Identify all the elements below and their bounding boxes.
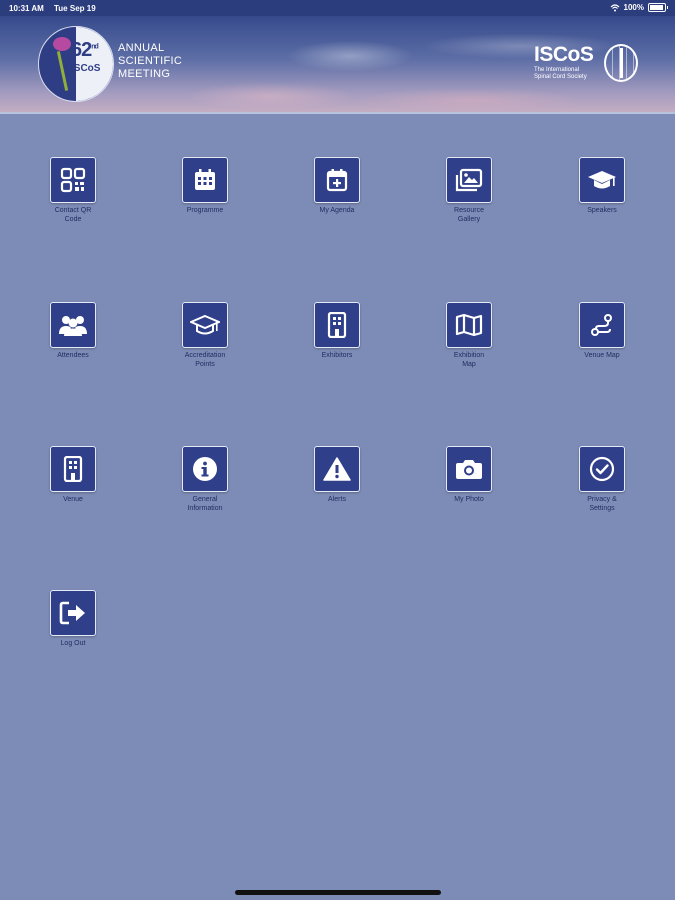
menu-tile-exhibition-map[interactable]: Exhibition Map (424, 302, 514, 369)
status-right: 100% (610, 3, 668, 12)
menu-tile-alerts[interactable]: Alerts (292, 446, 382, 504)
menu-label: My Photo (454, 496, 484, 503)
people-icon (50, 302, 96, 348)
thistle-icon (53, 37, 71, 51)
menu-label: Speakers (587, 207, 617, 214)
menu-tile-privacy-settings[interactable]: Privacy & Settings (557, 446, 647, 513)
menu-label: Resource Gallery (454, 207, 484, 223)
meeting-logo: 62nd ISCoS (38, 26, 114, 102)
battery-icon (648, 3, 668, 12)
status-time: 10:31 AM (9, 4, 44, 13)
camera-icon (446, 446, 492, 492)
iscos-brand-logo: ISCoS The International Spinal Cord Soci… (534, 43, 604, 81)
brand-name: ISCoS (534, 43, 594, 66)
menu-label: Exhibitors (321, 352, 353, 359)
warning-icon (314, 446, 360, 492)
menu-label: Contact QR Code (54, 207, 92, 223)
menu-label: Programme (186, 207, 224, 214)
menu-tile-log-out[interactable]: Log Out (28, 590, 118, 648)
menu-label: Exhibition Map (453, 352, 485, 368)
menu-tile-resource-gallery[interactable]: Resource Gallery (424, 157, 514, 224)
menu-tile-accreditation-points[interactable]: Accreditation Points (160, 302, 250, 369)
menu-tile-exhibitors[interactable]: Exhibitors (292, 302, 382, 360)
menu-tile-venue[interactable]: Venue (28, 446, 118, 504)
gallery-icon (446, 157, 492, 203)
meeting-title: ANNUAL SCIENTIFIC MEETING (118, 42, 183, 80)
menu-label: Venue (63, 496, 83, 503)
menu-tile-venue-map[interactable]: Venue Map (557, 302, 647, 360)
calendar-grid-icon (182, 157, 228, 203)
graduation-cap-icon (182, 302, 228, 348)
status-bar: 10:31 AM Tue Sep 19 100% (0, 0, 675, 16)
calendar-add-icon (314, 157, 360, 203)
menu-tile-attendees[interactable]: Attendees (28, 302, 118, 360)
menu-label: Accreditation Points (184, 352, 226, 368)
menu-label: General Information (187, 496, 223, 512)
check-circle-icon (579, 446, 625, 492)
map-icon (446, 302, 492, 348)
menu-tile-contact-qr[interactable]: Contact QR Code (28, 157, 118, 224)
menu-label: Venue Map (584, 352, 620, 359)
menu-label: Alerts (328, 496, 346, 503)
globe-spine-icon (604, 44, 638, 82)
menu-tile-my-agenda[interactable]: My Agenda (292, 157, 382, 215)
info-icon (182, 446, 228, 492)
building-icon (50, 446, 96, 492)
battery-percent: 100% (623, 3, 644, 12)
menu-tile-general-information[interactable]: General Information (160, 446, 250, 513)
building-icon (314, 302, 360, 348)
logout-icon (50, 590, 96, 636)
menu-label: Privacy & Settings (587, 496, 617, 512)
logo-org: ISCoS (71, 63, 101, 74)
qr-code-icon (50, 157, 96, 203)
menu-tile-speakers[interactable]: Speakers (557, 157, 647, 215)
graduation-cap-icon (579, 157, 625, 203)
menu-tile-my-photo[interactable]: My Photo (424, 446, 514, 504)
menu-label: Attendees (57, 352, 89, 359)
logo-number: 62nd (71, 39, 99, 61)
brand-tagline: The International Spinal Cord Society (534, 67, 587, 80)
wifi-icon (610, 3, 619, 11)
header-banner: 62nd ISCoS ANNUAL SCIENTIFIC MEETING ISC… (0, 16, 675, 114)
menu-tile-programme[interactable]: Programme (160, 157, 250, 215)
home-indicator[interactable] (235, 890, 441, 895)
menu-label: Log Out (60, 640, 86, 647)
menu-label: My Agenda (319, 207, 355, 214)
status-date: Tue Sep 19 (54, 4, 96, 13)
route-icon (579, 302, 625, 348)
